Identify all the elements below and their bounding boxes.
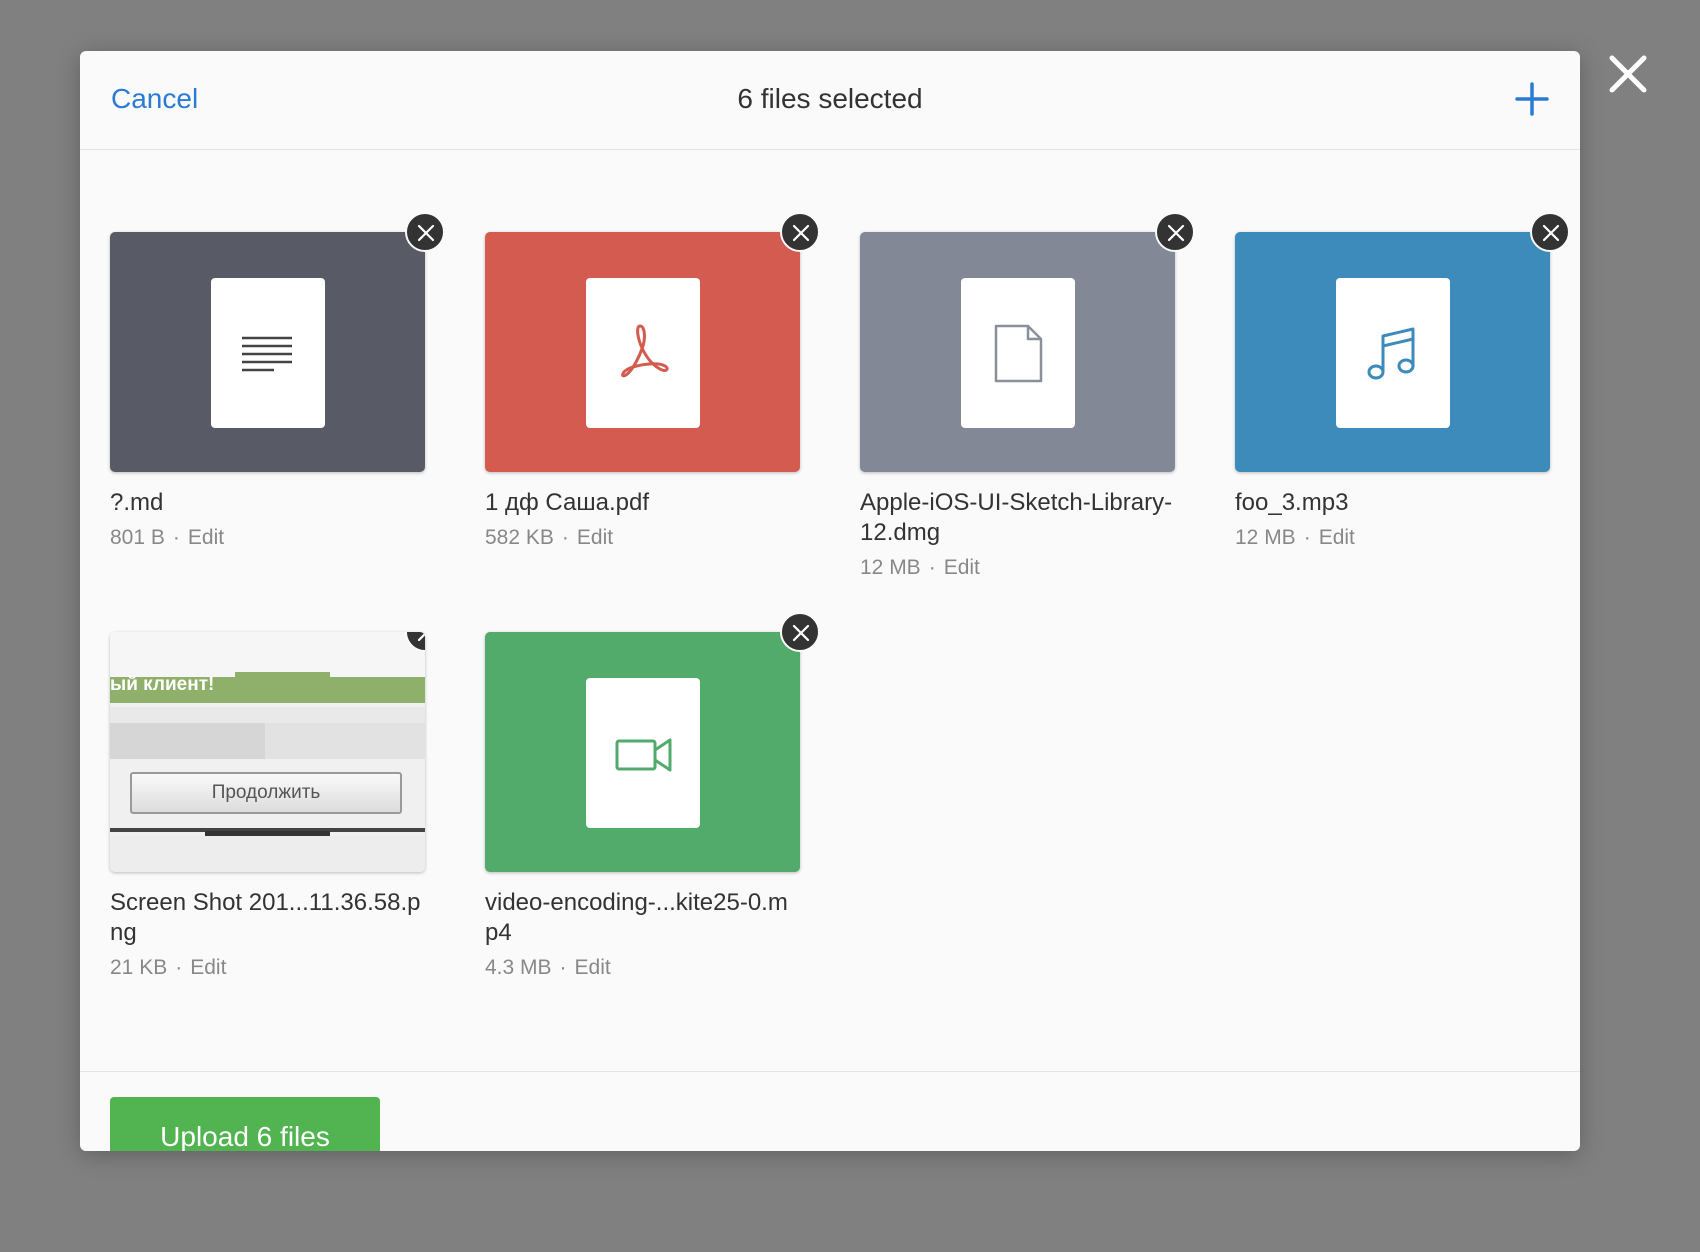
file-name: 1 дф Саша.pdf bbox=[485, 489, 650, 516]
separator: · bbox=[561, 526, 569, 549]
file-meta: 12 MB · Edit bbox=[1235, 524, 1550, 552]
file-tile: ый клиент! Продолжить Screen Shot 201...… bbox=[110, 632, 425, 982]
file-name: ?.md bbox=[110, 489, 164, 516]
file-size: 12 MB bbox=[1235, 526, 1296, 549]
file-tile: Apple-iOS-UI-Sketch-Library-12.dmg 12 MB… bbox=[860, 212, 1195, 582]
separator: · bbox=[172, 526, 180, 549]
file-thumbnail[interactable] bbox=[485, 212, 820, 472]
preview-button-text: Продолжить bbox=[130, 772, 402, 814]
remove-file-button[interactable] bbox=[1155, 212, 1195, 252]
file-tile: ?.md 801 B · Edit bbox=[110, 212, 445, 552]
page-title: 6 files selected bbox=[737, 83, 923, 114]
file-icon bbox=[961, 278, 1075, 428]
plus-icon bbox=[1515, 82, 1549, 116]
pdf-icon bbox=[586, 278, 700, 428]
file-thumbnail[interactable] bbox=[1235, 212, 1570, 472]
upload-modal: Cancel 6 files selected ?.md 801 B · Edi… bbox=[80, 51, 1580, 1151]
close-icon bbox=[417, 632, 425, 642]
remove-file-button[interactable] bbox=[405, 212, 445, 252]
file-name: Apple-iOS-UI-Sketch-Library-12.dmg bbox=[860, 489, 1173, 546]
file-size: 4.3 MB bbox=[485, 956, 552, 979]
file-meta: 12 MB · Edit bbox=[860, 554, 1175, 582]
remove-file-button[interactable] bbox=[780, 212, 820, 252]
preview-text: ый клиент! bbox=[110, 674, 215, 695]
separator: · bbox=[1303, 526, 1311, 549]
file-tile: foo_3.mp3 12 MB · Edit bbox=[1235, 212, 1570, 552]
modal-header: Cancel 6 files selected bbox=[80, 51, 1580, 150]
separator: · bbox=[175, 956, 183, 979]
remove-file-button[interactable] bbox=[780, 612, 820, 652]
file-size: 582 KB bbox=[485, 526, 554, 549]
file-tile: video-encoding-...kite25-0.mp4 4.3 MB · Ed… bbox=[485, 612, 820, 982]
file-meta: 21 KB · Edit bbox=[110, 954, 425, 982]
close-icon bbox=[1542, 224, 1560, 242]
add-files-button[interactable] bbox=[1514, 81, 1550, 117]
file-grid: ?.md 801 B · Edit 1 дф Саша.pdf 582 KB · Edi… bbox=[80, 150, 1580, 1070]
file-meta: 801 B · Edit bbox=[110, 524, 425, 552]
file-tile: 1 дф Саша.pdf 582 KB · Edit bbox=[485, 212, 820, 552]
file-thumbnail[interactable] bbox=[485, 612, 820, 872]
file-meta: 4.3 MB · Edit bbox=[485, 954, 800, 982]
music-note-icon bbox=[1336, 278, 1450, 428]
close-icon bbox=[417, 224, 435, 242]
remove-file-button[interactable] bbox=[1530, 212, 1570, 252]
edit-link[interactable]: Edit bbox=[577, 526, 613, 549]
edit-link[interactable]: Edit bbox=[190, 956, 226, 979]
file-size: 12 MB bbox=[860, 556, 921, 579]
edit-link[interactable]: Edit bbox=[944, 556, 980, 579]
file-meta: 582 KB · Edit bbox=[485, 524, 800, 552]
text-file-icon bbox=[211, 278, 325, 428]
close-icon bbox=[1167, 224, 1185, 242]
close-icon bbox=[792, 624, 810, 642]
file-thumbnail[interactable] bbox=[860, 212, 1195, 472]
edit-link[interactable]: Edit bbox=[575, 956, 611, 979]
file-name: Screen Shot 201...11.36.58.png bbox=[110, 889, 421, 946]
close-icon bbox=[792, 224, 810, 242]
video-camera-icon bbox=[586, 678, 700, 828]
upload-button[interactable]: Upload 6 files bbox=[110, 1097, 380, 1151]
separator: · bbox=[559, 956, 567, 979]
close-overlay-icon[interactable] bbox=[1604, 50, 1652, 98]
file-name: video-encoding-...kite25-0.mp4 bbox=[485, 889, 788, 946]
file-size: 801 B bbox=[110, 526, 165, 549]
file-name: foo_3.mp3 bbox=[1235, 489, 1349, 516]
modal-footer: Upload 6 files bbox=[80, 1071, 1580, 1151]
edit-link[interactable]: Edit bbox=[188, 526, 224, 549]
file-size: 21 KB bbox=[110, 956, 168, 979]
separator: · bbox=[928, 556, 936, 579]
edit-link[interactable]: Edit bbox=[1319, 526, 1355, 549]
image-preview-thumbnail[interactable]: ый клиент! Продолжить bbox=[110, 632, 425, 872]
file-thumbnail[interactable] bbox=[110, 212, 445, 472]
